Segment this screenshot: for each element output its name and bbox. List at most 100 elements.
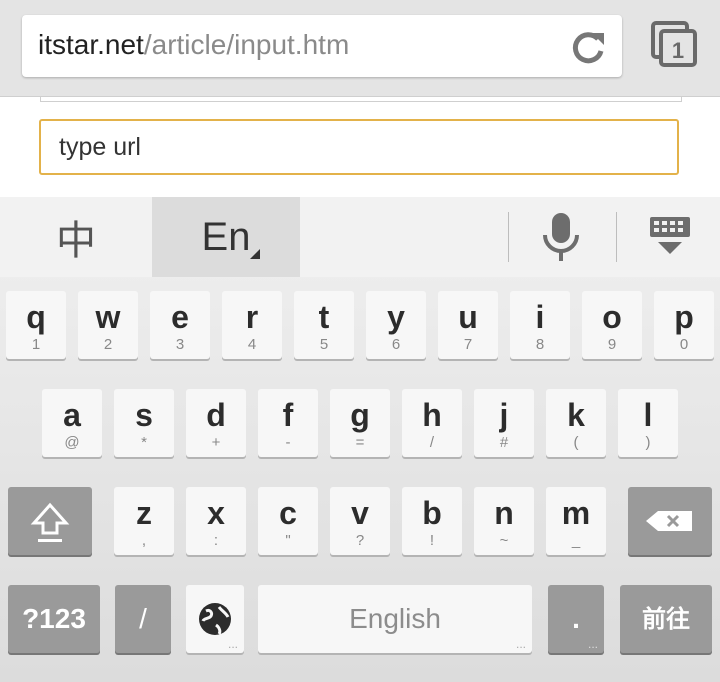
key-secondary-label: 1 xyxy=(31,336,41,353)
key-label: o xyxy=(602,299,622,335)
url-input[interactable] xyxy=(39,119,679,175)
key-c[interactable]: c " xyxy=(258,487,318,555)
key-w[interactable]: w2 xyxy=(78,291,138,359)
slash-key-label: / xyxy=(139,603,147,634)
key-label: z xyxy=(136,495,152,531)
previous-field xyxy=(40,97,682,102)
globe-key[interactable]: ... xyxy=(186,585,244,653)
key-secondary-label: + xyxy=(211,434,221,451)
key-secondary-label: , xyxy=(141,532,147,549)
key-secondary-label: ? xyxy=(355,532,365,549)
key-d[interactable]: d + xyxy=(186,389,246,457)
key-label: u xyxy=(458,299,478,335)
spacebar[interactable]: English... xyxy=(258,585,532,653)
key-label: w xyxy=(95,299,121,335)
key-j[interactable]: j # xyxy=(474,389,534,457)
key-i[interactable]: i8 xyxy=(510,291,570,359)
key-label: i xyxy=(535,299,545,335)
page-content xyxy=(0,97,720,197)
key-secondary-label: @ xyxy=(64,434,80,451)
key-secondary-label: ( xyxy=(573,434,579,451)
key-label: q xyxy=(26,299,46,335)
key-secondary-label: : xyxy=(213,532,219,549)
hide-keyboard-icon[interactable] xyxy=(648,215,692,257)
key-y[interactable]: y6 xyxy=(366,291,426,359)
key-secondary-label: 8 xyxy=(535,336,545,353)
tabs-switcher-icon[interactable]: 1 xyxy=(650,20,700,70)
key-label: n xyxy=(494,495,514,531)
go-key[interactable]: 前往 xyxy=(620,585,712,653)
key-z[interactable]: z, xyxy=(114,487,174,555)
key-label: t xyxy=(318,299,330,335)
key-v[interactable]: v? xyxy=(330,487,390,555)
key-secondary-label: ~ xyxy=(499,532,509,549)
key-label: f xyxy=(282,397,294,433)
key-secondary-label: _ xyxy=(571,532,581,549)
key-h[interactable]: h / xyxy=(402,389,462,457)
address-url[interactable]: itstar.net/article/input.htm xyxy=(38,29,349,61)
soft-keyboard: 中 En q1w2e3r4t5y6u7i8o9p0 a @ s * d + f - g = h / j #… xyxy=(0,197,720,682)
key-a[interactable]: a @ xyxy=(42,389,102,457)
reload-icon[interactable] xyxy=(568,27,608,67)
shift-key[interactable] xyxy=(8,487,92,555)
keyboard-toolbar: 中 En xyxy=(0,197,720,277)
key-label: r xyxy=(245,299,259,335)
toolbar-divider xyxy=(616,212,617,262)
key-x[interactable]: x: xyxy=(186,487,246,555)
lang-english-label: En xyxy=(201,214,251,259)
key-l[interactable]: l) xyxy=(618,389,678,457)
key-o[interactable]: o9 xyxy=(582,291,642,359)
key-secondary-label: 7 xyxy=(463,336,473,353)
key-m[interactable]: m _ xyxy=(546,487,606,555)
lang-english-button[interactable]: En xyxy=(152,197,300,277)
key-e[interactable]: e3 xyxy=(150,291,210,359)
key-secondary-label: " xyxy=(285,532,291,549)
key-label: y xyxy=(387,299,405,335)
key-b[interactable]: b! xyxy=(402,487,462,555)
key-secondary-label: - xyxy=(285,434,291,451)
key-label: k xyxy=(567,397,585,433)
key-k[interactable]: k( xyxy=(546,389,606,457)
microphone-icon[interactable] xyxy=(536,211,586,263)
key-secondary-label: 0 xyxy=(679,336,689,353)
key-secondary-label: ) xyxy=(645,434,651,451)
lang-chinese-button[interactable]: 中 xyxy=(0,197,152,277)
url-path: /article/input.htm xyxy=(143,29,350,60)
key-f[interactable]: f- xyxy=(258,389,318,457)
browser-toolbar: itstar.net/article/input.htm 1 xyxy=(0,0,720,97)
key-q[interactable]: q1 xyxy=(6,291,66,359)
key-g[interactable]: g = xyxy=(330,389,390,457)
symbols-key[interactable]: ?123 xyxy=(8,585,100,653)
tab-count: 1 xyxy=(672,38,684,63)
key-secondary-label: 4 xyxy=(247,336,257,353)
key-label: g xyxy=(350,397,370,433)
key-label: a xyxy=(63,397,81,433)
key-r[interactable]: r4 xyxy=(222,291,282,359)
backspace-icon xyxy=(646,511,692,531)
address-bar[interactable]: itstar.net/article/input.htm xyxy=(22,15,622,77)
key-n[interactable]: n ~ xyxy=(474,487,534,555)
key-label: h xyxy=(422,397,442,433)
key-secondary-label: = xyxy=(355,434,365,451)
slash-key[interactable]: / xyxy=(115,585,171,653)
toolbar-divider xyxy=(508,212,509,262)
key-label: b xyxy=(422,495,442,531)
key-label: v xyxy=(351,495,369,531)
key-label: m xyxy=(561,495,591,531)
key-label: d xyxy=(206,397,226,433)
more-options-dots: ... xyxy=(227,637,238,651)
go-key-label: 前往 xyxy=(642,605,690,633)
key-secondary-label: # xyxy=(499,434,509,451)
key-secondary-label: / xyxy=(429,434,435,451)
key-label: x xyxy=(207,495,225,531)
period-key[interactable]: .... xyxy=(548,585,604,653)
key-s[interactable]: s * xyxy=(114,389,174,457)
key-u[interactable]: u7 xyxy=(438,291,498,359)
key-secondary-label: 6 xyxy=(391,336,401,353)
delete-key[interactable] xyxy=(628,487,712,555)
url-host: itstar.net xyxy=(38,29,144,60)
key-t[interactable]: t5 xyxy=(294,291,354,359)
key-secondary-label: 2 xyxy=(103,336,113,353)
lang-chinese-label: 中 xyxy=(56,218,96,264)
key-p[interactable]: p0 xyxy=(654,291,714,359)
